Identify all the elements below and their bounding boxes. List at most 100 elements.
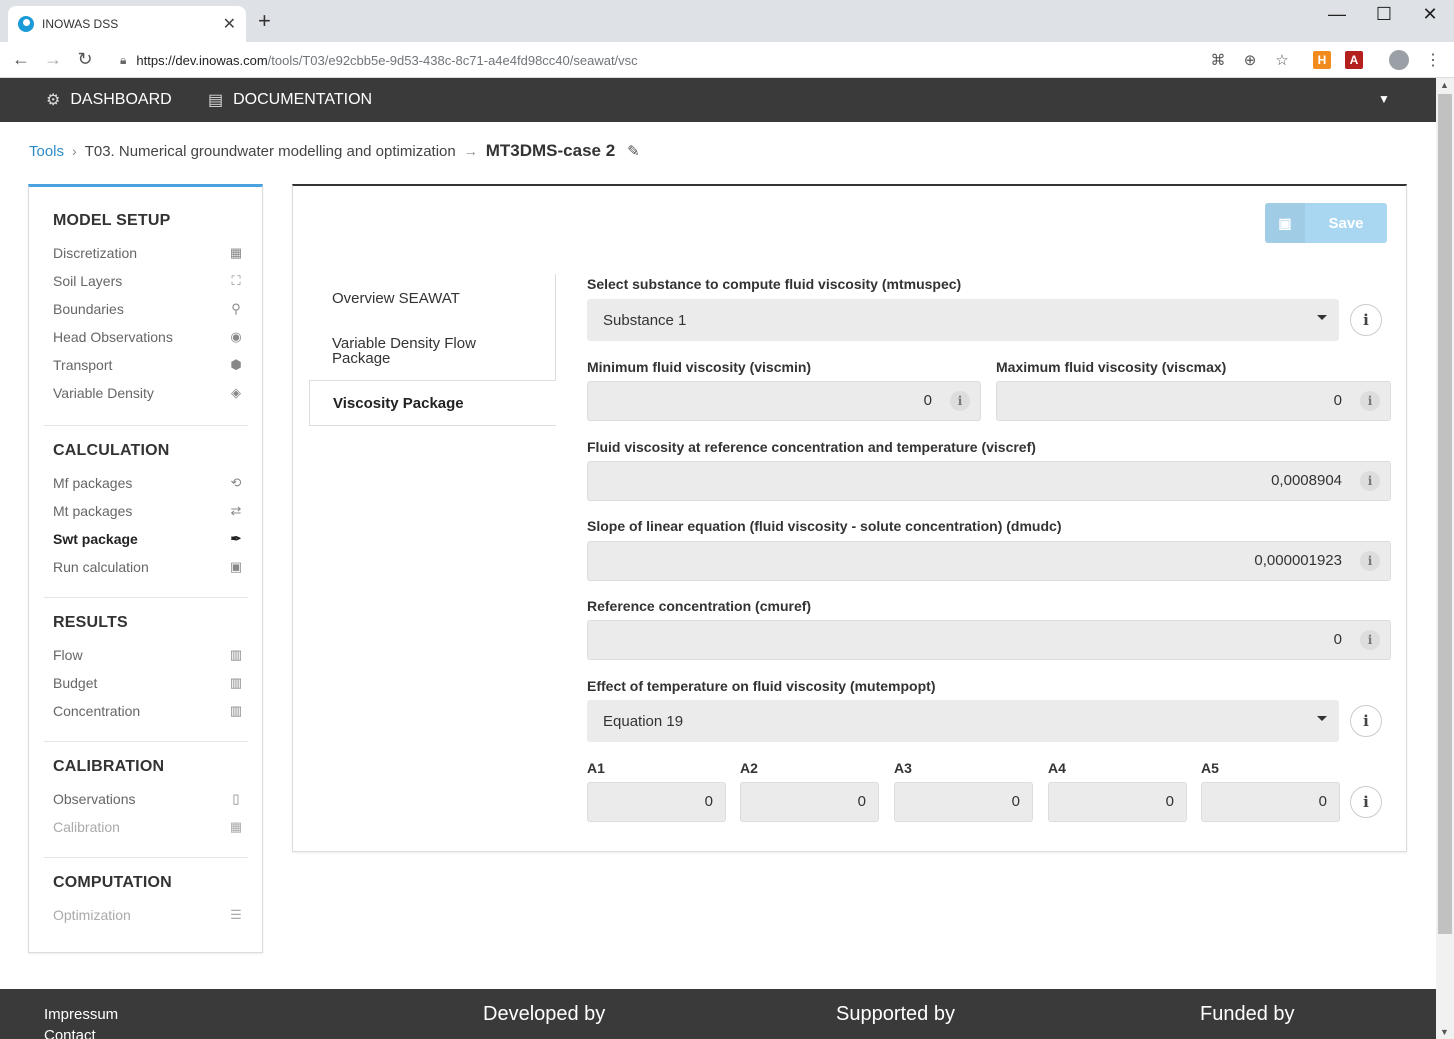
sidebar-item-label: Head Observations <box>53 329 173 345</box>
sidebar-item-budget[interactable]: Budget ▥ <box>53 669 249 697</box>
extension-h-icon[interactable]: H <box>1313 51 1331 69</box>
browser-menu-icon[interactable]: ⋮ <box>1425 50 1441 70</box>
page-scrollbar[interactable]: ▲ ▼ <box>1436 78 1454 1039</box>
close-window-button[interactable]: ✕ <box>1407 4 1453 24</box>
a1-input[interactable]: 0 <box>587 782 726 822</box>
translate-icon[interactable]: ⌘ <box>1208 51 1228 69</box>
browser-tab[interactable]: INOWAS DSS ✕ <box>8 6 246 42</box>
mtmuspec-select[interactable]: Substance 1 <box>587 299 1339 341</box>
document-icon: ▤ <box>208 92 224 109</box>
sidebar-section-calibration: CALIBRATION Observations ▯ Calibration ▦ <box>53 755 249 841</box>
user-dropdown-caret-icon[interactable]: ▼ <box>1378 92 1390 106</box>
acrobat-extension-icon[interactable]: A <box>1345 51 1363 69</box>
minimize-window-button[interactable]: — <box>1314 4 1360 24</box>
sidebar-item-mt-packages[interactable]: Mt packages ⇄ <box>53 497 249 525</box>
mutempopt-info-icon[interactable]: i <box>1350 705 1382 737</box>
diamond-icon: ◈ <box>231 385 241 400</box>
sidebar-item-label: Soil Layers <box>53 273 123 289</box>
sidebar-section-computation: COMPUTATION Optimization ☰ <box>53 871 249 929</box>
mtmuspec-selected-value: Substance 1 <box>603 311 687 329</box>
cmuref-info-icon[interactable]: i <box>1350 621 1390 659</box>
cmuref-label: Reference concentration (cmuref) <box>587 598 812 614</box>
impressum-link[interactable]: Impressum <box>44 1006 118 1023</box>
mutempopt-select[interactable]: Equation 19 <box>587 700 1339 742</box>
map-marker-icon: ⚲ <box>231 301 241 316</box>
new-tab-button[interactable]: + <box>258 9 271 33</box>
sidebar-divider <box>44 597 248 598</box>
sidebar-item-soil-layers[interactable]: Soil Layers ⛶ <box>53 267 249 295</box>
sidebar-divider <box>44 425 248 426</box>
viscmax-input[interactable]: 0 i <box>996 381 1391 421</box>
a1-label: A1 <box>587 760 605 776</box>
maximize-window-button[interactable]: ☐ <box>1361 4 1407 24</box>
zoom-icon[interactable]: ⊕ <box>1240 51 1260 69</box>
expand-icon: ⛶ <box>231 273 241 288</box>
cmuref-input[interactable]: 0 i <box>587 620 1391 660</box>
viscref-value: 0,0008904 <box>1271 472 1342 489</box>
a5-input[interactable]: 0 <box>1201 782 1340 822</box>
tab-overview-seawat[interactable]: Overview SEAWAT <box>309 274 556 322</box>
pencil-edit-icon[interactable]: ✎ <box>627 142 640 160</box>
calculator-icon: ▣ <box>229 559 243 574</box>
sidebar-title-calculation: CALCULATION <box>53 442 170 459</box>
a5-value: 0 <box>1318 793 1327 810</box>
browser-tab-title: INOWAS DSS <box>42 17 119 31</box>
close-tab-icon[interactable]: ✕ <box>223 14 236 34</box>
forward-icon[interactable]: → <box>41 48 65 70</box>
viscref-input[interactable]: 0,0008904 i <box>587 461 1391 501</box>
sidebar-item-label: Optimization <box>53 907 131 923</box>
breadcrumb-tools-link[interactable]: Tools <box>29 143 64 160</box>
inowas-favicon-icon <box>18 16 34 32</box>
bar-chart-icon: ▥ <box>229 703 243 718</box>
contact-link[interactable]: Contact <box>44 1027 96 1039</box>
viscmin-input[interactable]: 0 i <box>587 381 981 421</box>
nav-dashboard[interactable]: ⚙ DASHBOARD <box>46 78 172 122</box>
coefficients-info-icon[interactable]: i <box>1350 786 1382 818</box>
viscmax-label: Maximum fluid viscosity (viscmax) <box>996 359 1227 375</box>
sidebar-item-run-calculation[interactable]: Run calculation ▣ <box>53 553 249 581</box>
scroll-up-icon[interactable]: ▲ <box>1440 80 1449 90</box>
sidebar-item-transport[interactable]: Transport ⬢ <box>53 351 249 379</box>
sidebar-item-discretization[interactable]: Discretization ▦ <box>53 239 249 267</box>
mtmuspec-label: Select substance to compute fluid viscos… <box>587 276 962 292</box>
sidebar-item-swt-package[interactable]: Swt package ✒ <box>53 525 249 553</box>
a2-input[interactable]: 0 <box>740 782 879 822</box>
sidebar-item-concentration[interactable]: Concentration ▥ <box>53 697 249 725</box>
a4-input[interactable]: 0 <box>1048 782 1187 822</box>
browser-toolbar: ← → ↻ 🔒︎ https://dev.inowas.com/tools/T0… <box>0 42 1454 78</box>
scroll-down-icon[interactable]: ▼ <box>1440 1027 1449 1037</box>
dmudc-input[interactable]: 0,000001923 i <box>587 541 1391 581</box>
profile-avatar[interactable] <box>1389 50 1409 70</box>
sidebar-title-computation: COMPUTATION <box>53 874 172 891</box>
scrollbar-thumb[interactable] <box>1438 94 1452 934</box>
back-icon[interactable]: ← <box>9 48 33 70</box>
dmudc-info-icon[interactable]: i <box>1350 542 1390 580</box>
reload-icon[interactable]: ↻ <box>73 48 97 70</box>
cmuref-value: 0 <box>1333 631 1342 648</box>
tab-variable-density-flow[interactable]: Variable Density Flow Package <box>309 322 556 380</box>
a3-input[interactable]: 0 <box>894 782 1033 822</box>
caret-down-icon <box>1317 315 1327 320</box>
breadcrumb-tool[interactable]: T03. Numerical groundwater modelling and… <box>85 143 456 160</box>
sidebar-title-results: RESULTS <box>53 614 128 631</box>
sidebar-item-boundaries[interactable]: Boundaries ⚲ <box>53 295 249 323</box>
mtmuspec-info-icon[interactable]: i <box>1350 304 1382 336</box>
sidebar-item-head-observations[interactable]: Head Observations ◉ <box>53 323 249 351</box>
page-footer: Impressum Contact Developed by Supported… <box>0 989 1436 1039</box>
address-bar[interactable]: 🔒︎ https://dev.inowas.com/tools/T03/e92c… <box>108 46 1298 74</box>
bookmark-star-icon[interactable]: ☆ <box>1272 51 1292 69</box>
sidebar-item-observations[interactable]: Observations ▯ <box>53 785 249 813</box>
viscref-info-icon[interactable]: i <box>1350 462 1390 500</box>
viscmax-info-icon[interactable]: i <box>1350 382 1390 420</box>
sidebar-item-mf-packages[interactable]: Mf packages ⟲ <box>53 469 249 497</box>
nav-documentation[interactable]: ▤ DOCUMENTATION <box>208 78 372 122</box>
sidebar-title-model-setup: MODEL SETUP <box>53 212 171 229</box>
sidebar-item-label: Boundaries <box>53 301 124 317</box>
viscmin-info-icon[interactable]: i <box>940 382 980 420</box>
sidebar-item-flow[interactable]: Flow ▥ <box>53 641 249 669</box>
sidebar-item-variable-density[interactable]: Variable Density ◈ <box>53 379 249 407</box>
save-button[interactable]: ▣ Save <box>1265 203 1387 243</box>
chevron-right-icon: › <box>72 143 77 159</box>
tab-viscosity-package[interactable]: Viscosity Package <box>309 380 556 426</box>
url-text: https://dev.inowas.com/tools/T03/e92cbb5… <box>136 53 637 68</box>
